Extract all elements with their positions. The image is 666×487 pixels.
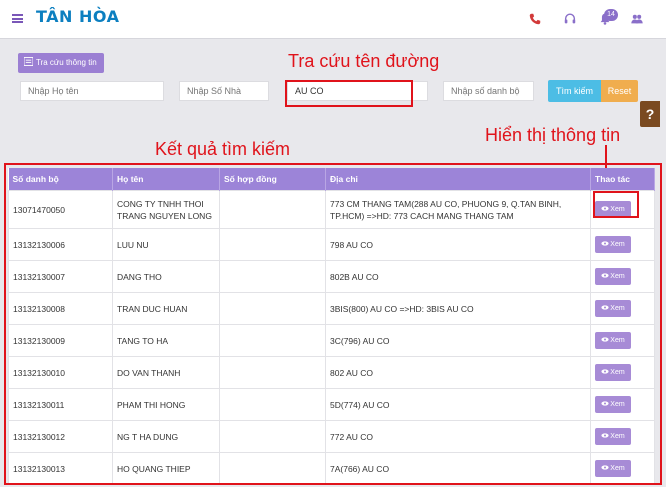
view-button-highlight <box>593 191 639 218</box>
show-info-annotation: Hiển thị thông tin <box>485 125 621 145</box>
list-icon <box>24 57 33 66</box>
users-icon[interactable] <box>630 12 644 26</box>
search-button[interactable]: Tìm kiếm <box>548 80 601 102</box>
house-number-input[interactable] <box>179 81 269 101</box>
menu-icon[interactable] <box>12 14 23 23</box>
results-highlight <box>4 163 662 485</box>
name-input[interactable] <box>20 81 164 101</box>
results-annotation: Kết quả tìm kiếm <box>155 139 291 159</box>
lookup-info-label: Tra cứu thông tin <box>36 58 97 67</box>
lookup-info-button[interactable]: Tra cứu thông tin <box>18 53 104 73</box>
top-bar: TÂN HÒA 14 <box>0 0 666 39</box>
street-input-highlight <box>285 80 413 107</box>
street-lookup-annotation: Tra cứu tên đường <box>288 51 440 71</box>
reset-button[interactable]: Reset <box>601 80 638 102</box>
account-number-input[interactable] <box>443 81 534 101</box>
help-icon[interactable]: ? <box>640 101 660 127</box>
headset-icon[interactable] <box>563 12 577 26</box>
phone-icon[interactable] <box>528 12 542 26</box>
app-logo: TÂN HÒA <box>36 7 120 26</box>
notification-count-badge: 14 <box>604 9 618 21</box>
